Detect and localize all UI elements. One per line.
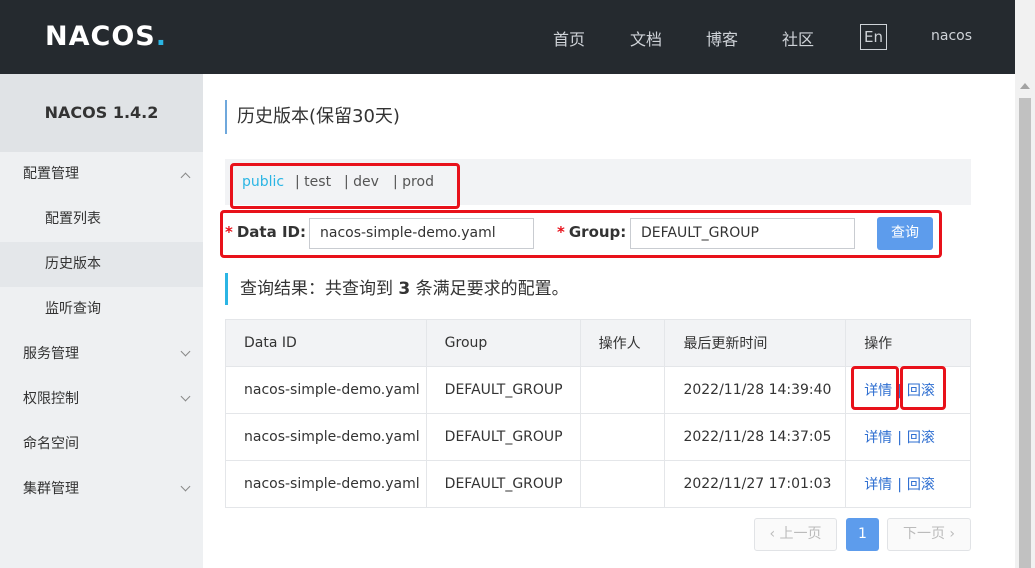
rollback-highlight-box: [900, 366, 946, 410]
cell-group: DEFAULT_GROUP: [425, 366, 581, 414]
sidebar-item-label: 命名空间: [23, 436, 79, 452]
cell-data-id: nacos-simple-demo.yaml: [225, 413, 427, 461]
sidebar-item-history-versions[interactable]: 历史版本: [0, 242, 203, 287]
sidebar-item-listener-query[interactable]: 监听查询: [0, 287, 203, 332]
cell-time: 2022/11/27 17:01:03: [664, 460, 847, 508]
sidebar-item-label: 配置列表: [45, 211, 101, 227]
nav-docs[interactable]: 文档: [630, 26, 662, 50]
pagination-prev-button[interactable]: ‹ 上一页: [754, 518, 837, 551]
cell-data-id: nacos-simple-demo.yaml: [225, 366, 427, 414]
history-table: Data ID Group 操作人 最后更新时间 操作 nacos-simple…: [225, 319, 971, 508]
sidebar-item-label: 历史版本: [45, 256, 101, 272]
table-row: nacos-simple-demo.yaml DEFAULT_GROUP 202…: [225, 413, 971, 461]
namespace-highlight-box: [230, 163, 460, 209]
scroll-up-arrow-icon[interactable]: [1020, 83, 1030, 89]
detail-link[interactable]: 详情: [864, 477, 892, 493]
cell-operator: [579, 460, 666, 508]
search-form-highlight-box: [220, 210, 942, 258]
sidebar-item-label: 配置管理: [23, 166, 79, 182]
chevron-down-icon: [180, 346, 191, 357]
sidebar-item-label: 权限控制: [23, 391, 79, 407]
pagination-next-button[interactable]: 下一页 ›: [887, 518, 971, 551]
sidebar-item-label: 监听查询: [45, 301, 101, 317]
cell-data-id: nacos-simple-demo.yaml: [225, 460, 427, 508]
pagination-current-page[interactable]: 1: [846, 518, 879, 551]
sidebar-item-cluster-management[interactable]: 集群管理: [0, 467, 203, 512]
cell-operator: [579, 413, 666, 461]
sidebar-item-label: 集群管理: [23, 481, 79, 497]
sidebar-version: NACOS 1.4.2: [0, 74, 203, 152]
language-toggle-button[interactable]: En: [860, 24, 887, 50]
column-header-last-modified: 最后更新时间: [664, 319, 847, 367]
main-content: 历史版本(保留30天) public | test | dev | prod *…: [203, 74, 1015, 568]
cell-operator: [579, 366, 666, 414]
cell-actions: 详情 | 回滚: [845, 413, 971, 461]
cell-group: DEFAULT_GROUP: [425, 460, 581, 508]
chevron-up-icon: [180, 172, 191, 183]
user-menu[interactable]: nacos: [931, 28, 972, 44]
nav-blog[interactable]: 博客: [706, 26, 738, 50]
action-separator: |: [897, 430, 902, 446]
sidebar-item-config-list[interactable]: 配置列表: [0, 197, 203, 242]
chevron-down-icon: [180, 391, 191, 402]
detail-link[interactable]: 详情: [864, 430, 892, 446]
page-title: 历史版本(保留30天): [225, 100, 400, 134]
column-header-group: Group: [425, 319, 581, 367]
sidebar-item-service-management[interactable]: 服务管理: [0, 332, 203, 377]
cell-time: 2022/11/28 14:39:40: [664, 366, 847, 414]
chevron-down-icon: [180, 481, 191, 492]
sidebar-item-namespace[interactable]: 命名空间: [0, 422, 203, 467]
scrollbar-thumb[interactable]: [1019, 98, 1031, 568]
nav-community[interactable]: 社区: [782, 26, 814, 50]
vertical-scrollbar[interactable]: [1015, 0, 1035, 568]
sidebar-item-config-management[interactable]: 配置管理: [0, 152, 203, 197]
sidebar-item-label: 服务管理: [23, 346, 79, 362]
top-header: NACOS. 首页 文档 博客 社区 En nacos: [0, 0, 1015, 74]
rollback-link[interactable]: 回滚: [907, 430, 935, 446]
column-header-operator: 操作人: [579, 319, 666, 367]
column-header-actions: 操作: [845, 319, 971, 367]
column-header-data-id: Data ID: [225, 319, 427, 367]
sidebar: NACOS 1.4.2 配置管理 配置列表 历史版本 监听查询 服务管理 权限控…: [0, 74, 203, 568]
table-header-row: Data ID Group 操作人 最后更新时间 操作: [225, 319, 971, 367]
cell-time: 2022/11/28 14:37:05: [664, 413, 847, 461]
result-summary: 查询结果：共查询到 3 条满足要求的配置。: [225, 273, 569, 305]
table-row: nacos-simple-demo.yaml DEFAULT_GROUP 202…: [225, 460, 971, 508]
nacos-logo[interactable]: NACOS.: [45, 21, 167, 52]
cell-actions: 详情 | 回滚: [845, 460, 971, 508]
nav-home[interactable]: 首页: [553, 26, 585, 50]
detail-highlight-box: [851, 366, 899, 410]
action-separator: |: [897, 477, 902, 493]
sidebar-item-access-control[interactable]: 权限控制: [0, 377, 203, 422]
rollback-link[interactable]: 回滚: [907, 477, 935, 493]
cell-group: DEFAULT_GROUP: [425, 413, 581, 461]
